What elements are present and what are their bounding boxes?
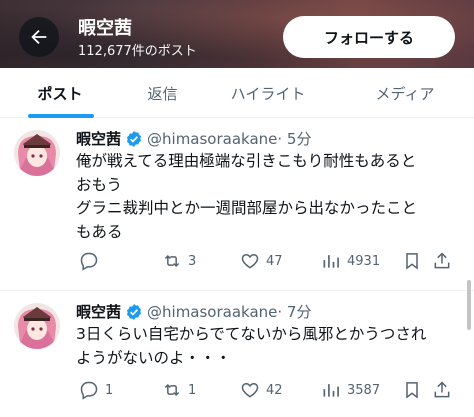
views-button[interactable]: 3587 — [321, 380, 380, 400]
share-icon — [434, 252, 450, 269]
views-count: 4931 — [347, 253, 381, 269]
like-count: 42 — [266, 382, 283, 398]
author-handle[interactable]: @himasoraakane — [147, 303, 277, 321]
like-button[interactable]: 47 — [240, 251, 283, 271]
post-header: 暇空茜 @himasoraakane · 7分 — [76, 301, 311, 322]
share-icon — [434, 381, 450, 398]
post-text-line: ようがないのよ・・・ — [76, 348, 232, 367]
post-text: 3日くらい自宅からでてないから風邪とかうつされ ようがないのよ・・・ — [76, 323, 466, 370]
avatar[interactable] — [14, 303, 60, 349]
bookmark-button[interactable] — [402, 380, 422, 400]
like-count: 47 — [266, 253, 283, 269]
post[interactable]: 暇空茜 @himasoraakane · 5分 俺が戦えてる理由極端な引きこもり… — [0, 118, 474, 290]
reply-button[interactable] — [79, 251, 105, 271]
post-text-line: 俺が戦えてる理由極端な引きこもり耐性もあると — [76, 152, 417, 170]
follow-button[interactable]: フォローする — [283, 16, 455, 58]
share-button[interactable] — [432, 380, 452, 400]
repost-icon — [164, 383, 180, 397]
views-button[interactable]: 4931 — [321, 251, 380, 271]
tab-posts[interactable]: ポスト — [0, 68, 120, 118]
like-icon — [241, 253, 259, 269]
verified-badge-icon — [126, 303, 142, 320]
like-button[interactable]: 42 — [240, 380, 283, 400]
post-header: 暇空茜 @himasoraakane · 5分 — [76, 128, 311, 149]
reply-count: 1 — [105, 382, 114, 398]
author-name[interactable]: 暇空茜 — [76, 301, 121, 322]
repost-count: 3 — [188, 253, 197, 269]
reply-icon — [80, 381, 98, 400]
post-text-line: グラニ裁判中とか一週間部屋から出なかったこと — [76, 199, 418, 217]
tab-highlights[interactable]: ハイライト — [208, 68, 328, 118]
bookmark-icon — [406, 382, 418, 399]
post-count: 112,677件のポスト — [78, 44, 197, 59]
repost-count: 1 — [188, 382, 197, 398]
post-text-line: 3日くらい自宅からでてないから風邪とかうつされ — [76, 325, 427, 343]
repost-button[interactable]: 1 — [162, 380, 196, 400]
views-count: 3587 — [347, 382, 381, 398]
like-icon — [241, 382, 259, 398]
post-actions: 1 1 42 3587 — [76, 380, 456, 404]
verified-badge-icon — [126, 130, 142, 147]
tab-media[interactable]: メディア — [340, 68, 470, 118]
profile-tabs: ポスト 返信 ハイライト メディア — [0, 68, 474, 118]
post[interactable]: 暇空茜 @himasoraakane · 7分 3日くらい自宅からでてないから風… — [0, 291, 474, 417]
post-text-line: もある — [76, 222, 123, 241]
avatar[interactable] — [14, 130, 60, 176]
reply-icon — [80, 252, 98, 271]
post-text: 俺が戦えてる理由極端な引きこもり耐性もあると おもう グラニ裁判中とか一週間部屋… — [76, 150, 466, 244]
back-arrow-icon — [31, 29, 47, 45]
post-text-line: おもう — [76, 175, 123, 194]
repost-icon — [164, 254, 180, 268]
scrollbar[interactable] — [467, 280, 471, 330]
share-button[interactable] — [432, 251, 452, 271]
post-time[interactable]: · 5分 — [277, 128, 311, 149]
profile-header: 暇空茜 112,677件のポスト フォローする — [0, 0, 474, 68]
author-handle[interactable]: @himasoraakane — [147, 130, 277, 148]
bookmark-button[interactable] — [402, 251, 422, 271]
author-name[interactable]: 暇空茜 — [76, 128, 121, 149]
tab-replies[interactable]: 返信 — [110, 68, 215, 118]
back-button[interactable] — [19, 17, 59, 57]
repost-button[interactable]: 3 — [162, 251, 196, 271]
reply-button[interactable]: 1 — [79, 380, 113, 400]
views-icon — [323, 255, 339, 268]
bookmark-icon — [406, 253, 418, 270]
views-icon — [323, 384, 339, 397]
post-actions: 3 47 4931 — [76, 251, 456, 275]
post-time[interactable]: · 7分 — [277, 301, 311, 322]
profile-name: 暇空茜 — [78, 18, 132, 39]
